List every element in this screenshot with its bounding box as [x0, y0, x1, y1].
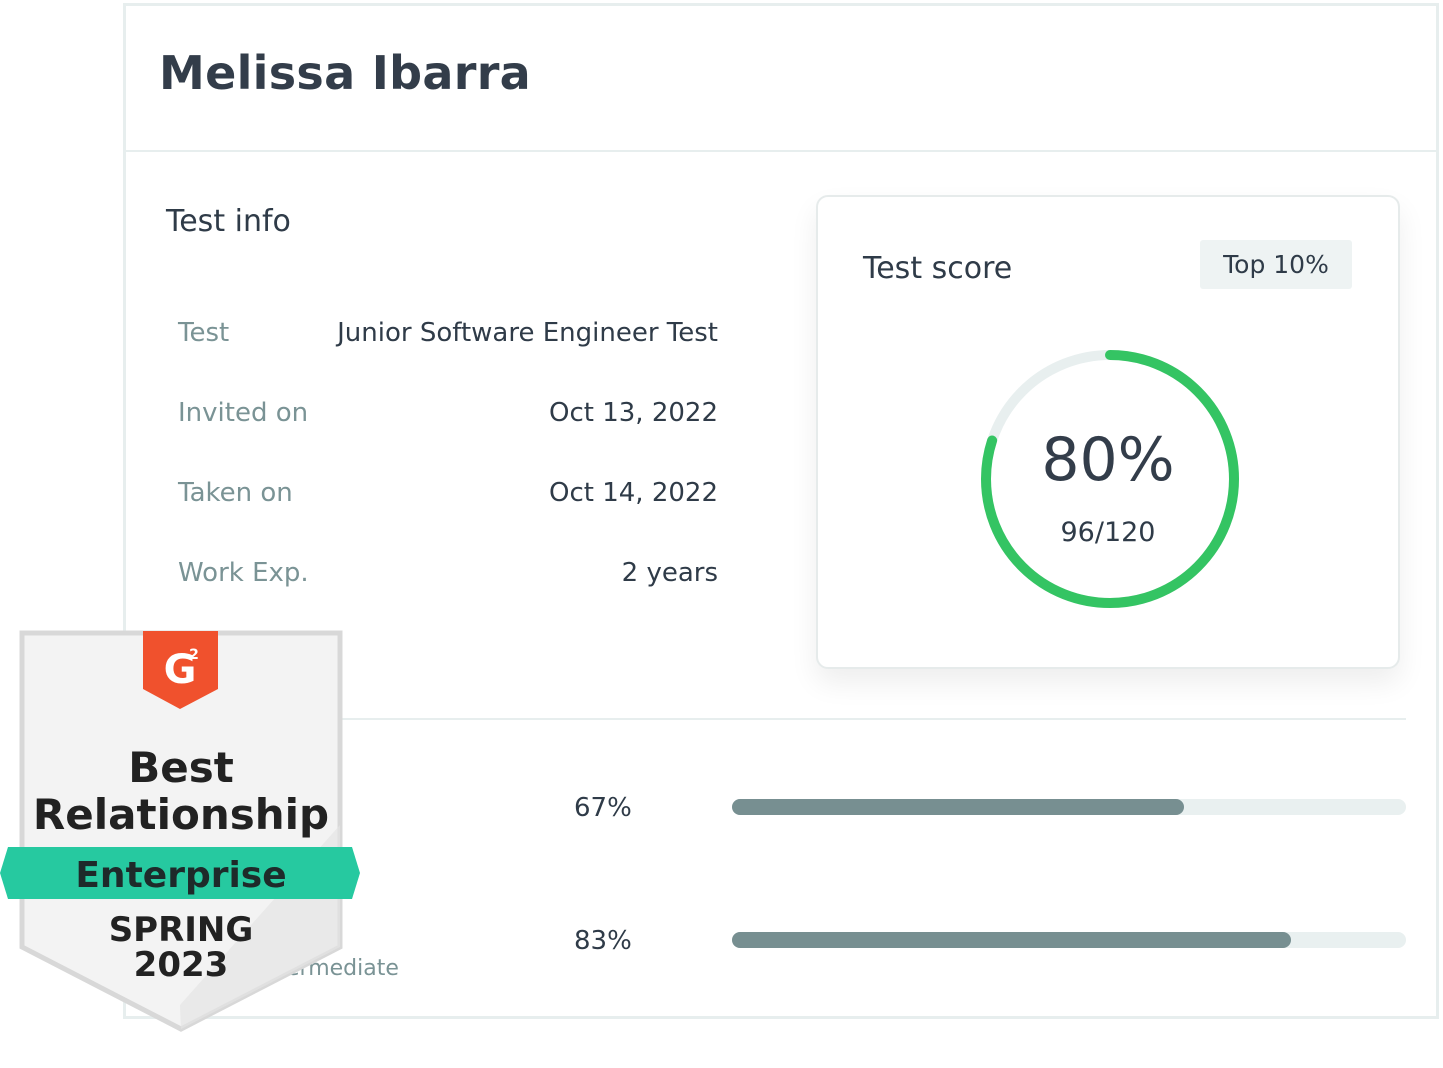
skill-bar-track [732, 799, 1406, 815]
badge-line-relationship: Relationship [32, 790, 330, 839]
g2-award-badge: G 2 Best Relationship Enterprise SPRING … [0, 625, 362, 1045]
badge-line-year: 2023 [133, 945, 229, 985]
badge-line-season: SPRING [108, 910, 254, 950]
info-value: Junior Software Engineer Test [337, 318, 718, 348]
info-label: Test [178, 318, 230, 348]
info-label: Work Exp. [178, 558, 309, 588]
card-header: Melissa Ibarra [126, 6, 1436, 152]
score-percent: 80% [1041, 425, 1175, 495]
skill-bar-fill [732, 932, 1292, 948]
info-row-work-exp: Work Exp. 2 years [178, 558, 718, 598]
score-points: 96/120 [1060, 517, 1156, 548]
rank-badge: Top 10% [1200, 240, 1352, 289]
skill-bar-fill [732, 799, 1184, 815]
candidate-name: Melissa Ibarra [159, 46, 532, 100]
info-value: 2 years [621, 558, 718, 588]
info-row-test: Test Junior Software Engineer Test [178, 318, 718, 358]
test-info-title: Test info [166, 204, 291, 239]
test-score-title: Test score [863, 251, 1013, 286]
skill-bar-track [732, 932, 1406, 948]
info-value: Oct 14, 2022 [549, 478, 718, 508]
section-divider [178, 718, 1406, 720]
test-score-card: Test score Top 10% 80% 96/120 [816, 195, 1400, 669]
info-row-taken: Taken on Oct 14, 2022 [178, 478, 718, 518]
skill-percent: 83% [574, 926, 632, 956]
skill-percent: 67% [574, 793, 632, 823]
info-label: Invited on [178, 398, 309, 428]
info-label: Taken on [178, 478, 293, 508]
g2-logo-superscript: 2 [189, 647, 199, 663]
info-row-invited: Invited on Oct 13, 2022 [178, 398, 718, 438]
badge-line-best: Best [128, 743, 234, 792]
badge-line-enterprise: Enterprise [75, 855, 287, 896]
info-value: Oct 13, 2022 [549, 398, 718, 428]
